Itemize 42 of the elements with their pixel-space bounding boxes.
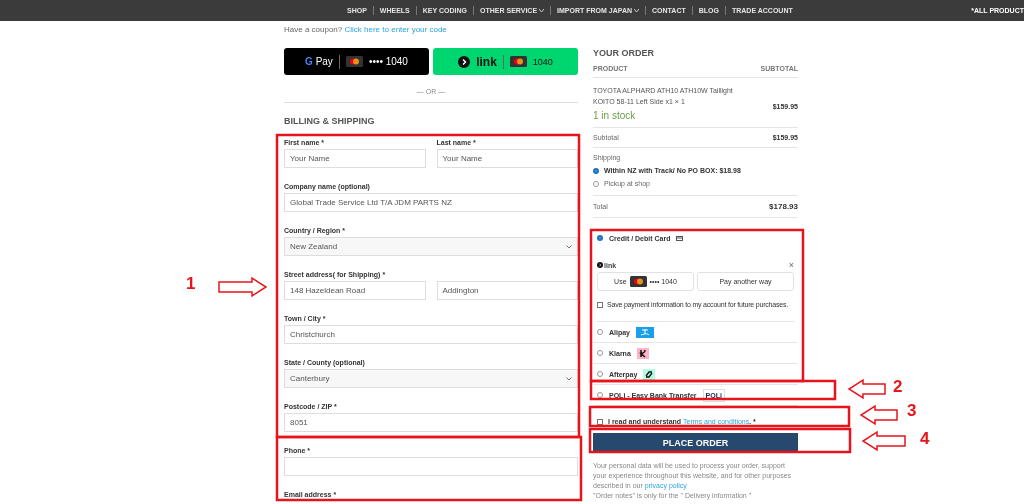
select-field[interactable]: New Zealand: [284, 237, 578, 256]
radio-button[interactable]: [593, 167, 599, 174]
arrow-annotation: [847, 378, 886, 400]
input-field[interactable]: Addington: [436, 281, 578, 300]
alipay-logo-icon: [636, 326, 654, 338]
checkbox[interactable]: [597, 301, 603, 308]
annotation-number: 3: [907, 401, 917, 421]
radio-button[interactable]: [597, 235, 603, 241]
play-icon: [597, 262, 603, 268]
arrow-annotation: [859, 404, 898, 426]
chevron-down-icon: [566, 376, 572, 381]
input-field[interactable]: 148 Hazeldean Road: [284, 281, 426, 300]
stock-status: 1 in stock: [593, 110, 637, 121]
checkbox[interactable]: [597, 418, 603, 425]
annotation-number: 1: [186, 274, 196, 294]
card-icon: [629, 276, 647, 287]
place-order-button[interactable]: PLACE ORDER: [593, 433, 798, 453]
order-heading: YOUR ORDER: [593, 48, 655, 58]
card-icon: [676, 235, 684, 241]
chevron-down-icon: [566, 244, 572, 249]
input-field[interactable]: Global Trade Service Ltd T/A JDM PARTS NZ: [284, 193, 578, 212]
input-field[interactable]: Your Name: [436, 149, 578, 168]
card-icon: [345, 56, 363, 67]
afterpay-logo-icon: [643, 368, 656, 380]
link-pay-button[interactable]: link 1040: [433, 48, 578, 75]
close-button[interactable]: ×: [788, 260, 794, 270]
klarna-logo-icon: [636, 347, 649, 359]
arrow-annotation: [861, 430, 906, 452]
total-value: $178.93: [769, 202, 798, 211]
arrow-annotation: [218, 276, 268, 298]
card-icon: [509, 56, 527, 67]
input-field[interactable]: 8051: [284, 413, 578, 432]
select-field[interactable]: Canterbury: [284, 369, 578, 388]
section-heading: BILLING & SHIPPING: [284, 116, 376, 126]
coupon-text: Have a coupon?: [284, 25, 343, 34]
google-pay-button[interactable]: G Pay •••• 1040: [284, 48, 429, 75]
annotation-number: 2: [893, 377, 903, 397]
input-field[interactable]: Your Name: [284, 149, 426, 168]
input-field[interactable]: [284, 457, 578, 476]
annotation-number: 4: [920, 429, 930, 449]
play-icon: [458, 55, 471, 68]
input-field[interactable]: Christchurch: [284, 325, 578, 344]
